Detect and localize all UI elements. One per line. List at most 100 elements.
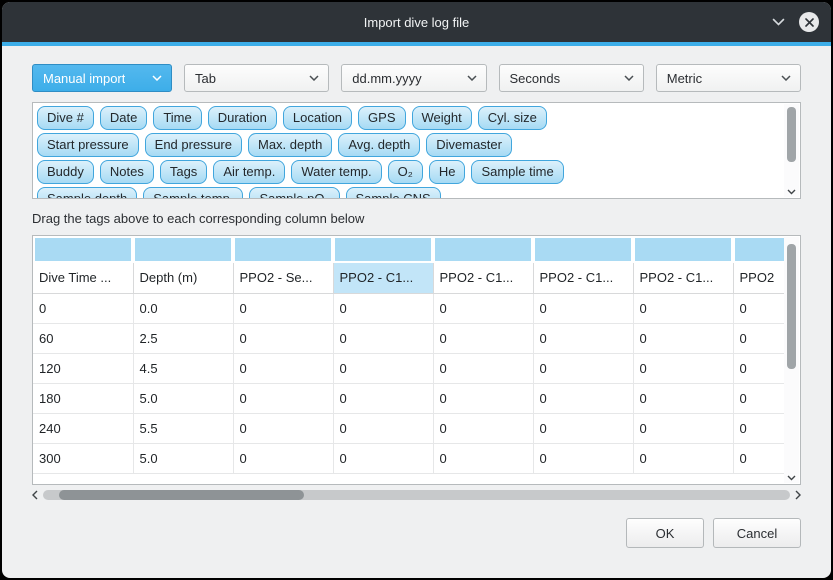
table-cell: 0 xyxy=(533,323,633,353)
tag-cyl-size[interactable]: Cyl. size xyxy=(478,106,547,130)
scroll-down-icon[interactable] xyxy=(784,475,799,481)
drop-target-fill xyxy=(35,238,131,261)
column-header[interactable]: PPO2 - C1... xyxy=(433,263,533,293)
column-drop-target[interactable] xyxy=(533,236,633,263)
tag-divemaster[interactable]: Divemaster xyxy=(426,133,512,157)
tag-he[interactable]: He xyxy=(429,160,466,184)
tag-sample-po[interactable]: Sample pO₂ xyxy=(249,187,339,199)
table-row: 1204.5000000 xyxy=(33,353,784,383)
date-format-select[interactable]: dd.mm.yyyy xyxy=(341,64,486,92)
table-cell: 0 xyxy=(233,293,333,323)
chevron-down-icon xyxy=(781,75,791,81)
field-separator-select[interactable]: Tab xyxy=(184,64,329,92)
scroll-left-icon[interactable] xyxy=(32,490,38,500)
column-header[interactable]: PPO2 - C1... xyxy=(333,263,433,293)
column-drop-target[interactable] xyxy=(633,236,733,263)
tag-avg-depth[interactable]: Avg. depth xyxy=(338,133,420,157)
table-scrollbar-vertical[interactable] xyxy=(784,237,799,483)
table-cell: 0 xyxy=(533,293,633,323)
tag-o[interactable]: O₂ xyxy=(388,160,423,184)
tag-sample-depth[interactable]: Sample depth xyxy=(37,187,137,199)
time-format-value: Seconds xyxy=(510,71,561,86)
table-cell: 0 xyxy=(433,383,533,413)
column-header[interactable]: Dive Time ... xyxy=(33,263,133,293)
units-select[interactable]: Metric xyxy=(656,64,801,92)
table-cell: 0 xyxy=(233,443,333,473)
table-cell: 0 xyxy=(533,413,633,443)
table-cell: 0 xyxy=(433,353,533,383)
scrollbar-thumb[interactable] xyxy=(787,107,796,162)
table-cell: 4.5 xyxy=(133,353,233,383)
scrollbar-thumb[interactable] xyxy=(59,490,304,500)
column-drop-target[interactable] xyxy=(433,236,533,263)
table-cell: 0 xyxy=(333,413,433,443)
titlebar-buttons xyxy=(772,2,819,42)
tag-buddy[interactable]: Buddy xyxy=(37,160,94,184)
tag-location[interactable]: Location xyxy=(283,106,352,130)
table-cell: 0 xyxy=(633,443,733,473)
shade-window-icon[interactable] xyxy=(772,18,785,26)
tag-row: BuddyNotesTagsAir temp.Water temp. O₂HeSa… xyxy=(37,160,780,184)
tag-start-pressure[interactable]: Start pressure xyxy=(37,133,139,157)
table-cell: 60 xyxy=(33,323,133,353)
column-drop-target[interactable] xyxy=(333,236,433,263)
import-type-value: Manual import xyxy=(43,71,125,86)
tag-notes[interactable]: Notes xyxy=(100,160,154,184)
column-header[interactable]: PPO2 - Se... xyxy=(233,263,333,293)
scrollbar-track[interactable] xyxy=(43,490,790,500)
tag-tags[interactable]: Tags xyxy=(160,160,207,184)
tag-water-temp[interactable]: Water temp. xyxy=(291,160,381,184)
table-cell: 0 xyxy=(333,443,433,473)
table-cell: 0 xyxy=(733,383,784,413)
column-header[interactable]: PPO2 - C1... xyxy=(633,263,733,293)
chevron-down-icon xyxy=(152,75,162,81)
tag-pool-scrollbar[interactable] xyxy=(784,104,799,197)
table-cell: 0 xyxy=(733,443,784,473)
tag-row: Start pressureEnd pressureMax. depthAvg.… xyxy=(37,133,780,157)
ok-button[interactable]: OK xyxy=(626,518,704,548)
column-header[interactable]: PPO2 - C1... xyxy=(533,263,633,293)
tag-air-temp[interactable]: Air temp. xyxy=(213,160,285,184)
table-scrollbar-horizontal[interactable] xyxy=(32,488,801,502)
import-type-select[interactable]: Manual import xyxy=(32,64,172,92)
table-cell: 0 xyxy=(733,323,784,353)
table-cell: 0 xyxy=(633,353,733,383)
table-cell: 120 xyxy=(33,353,133,383)
column-header[interactable]: Depth (m) xyxy=(133,263,233,293)
table-cell: 240 xyxy=(33,413,133,443)
table-cell: 5.0 xyxy=(133,383,233,413)
close-window-button[interactable] xyxy=(799,12,819,32)
tag-duration[interactable]: Duration xyxy=(208,106,277,130)
column-drop-target[interactable] xyxy=(233,236,333,263)
column-header[interactable]: PPO2 xyxy=(733,263,784,293)
tag-dive[interactable]: Dive # xyxy=(37,106,94,130)
scroll-down-icon[interactable] xyxy=(784,189,799,195)
table-row: 602.5000000 xyxy=(33,323,784,353)
scrollbar-thumb[interactable] xyxy=(787,244,796,369)
table-cell: 0 xyxy=(633,413,733,443)
tag-sample-cns[interactable]: Sample CNS xyxy=(346,187,441,199)
cancel-button[interactable]: Cancel xyxy=(713,518,801,548)
titlebar[interactable]: Import dive log file xyxy=(2,2,831,42)
chevron-down-icon xyxy=(467,75,477,81)
table-cell: 0 xyxy=(233,413,333,443)
tag-weight[interactable]: Weight xyxy=(412,106,472,130)
column-drop-target[interactable] xyxy=(733,236,784,263)
tag-pool-container: Dive #DateTime DurationLocationGPS WeightC… xyxy=(32,102,801,199)
tag-time[interactable]: Time xyxy=(153,106,201,130)
drop-target-fill xyxy=(735,238,784,261)
table-cell: 0 xyxy=(533,443,633,473)
table-cell: 0 xyxy=(333,293,433,323)
tag-gps[interactable]: GPS xyxy=(358,106,405,130)
column-drop-target[interactable] xyxy=(133,236,233,263)
chevron-down-icon xyxy=(309,75,319,81)
tag-sample-time[interactable]: Sample time xyxy=(471,160,563,184)
chevron-down-icon xyxy=(624,75,634,81)
tag-end-pressure[interactable]: End pressure xyxy=(145,133,242,157)
time-format-select[interactable]: Seconds xyxy=(499,64,644,92)
tag-date[interactable]: Date xyxy=(100,106,147,130)
tag-sample-temp[interactable]: Sample temp. xyxy=(143,187,243,199)
scroll-right-icon[interactable] xyxy=(795,490,801,500)
column-drop-target[interactable] xyxy=(33,236,133,263)
tag-max-depth[interactable]: Max. depth xyxy=(248,133,332,157)
